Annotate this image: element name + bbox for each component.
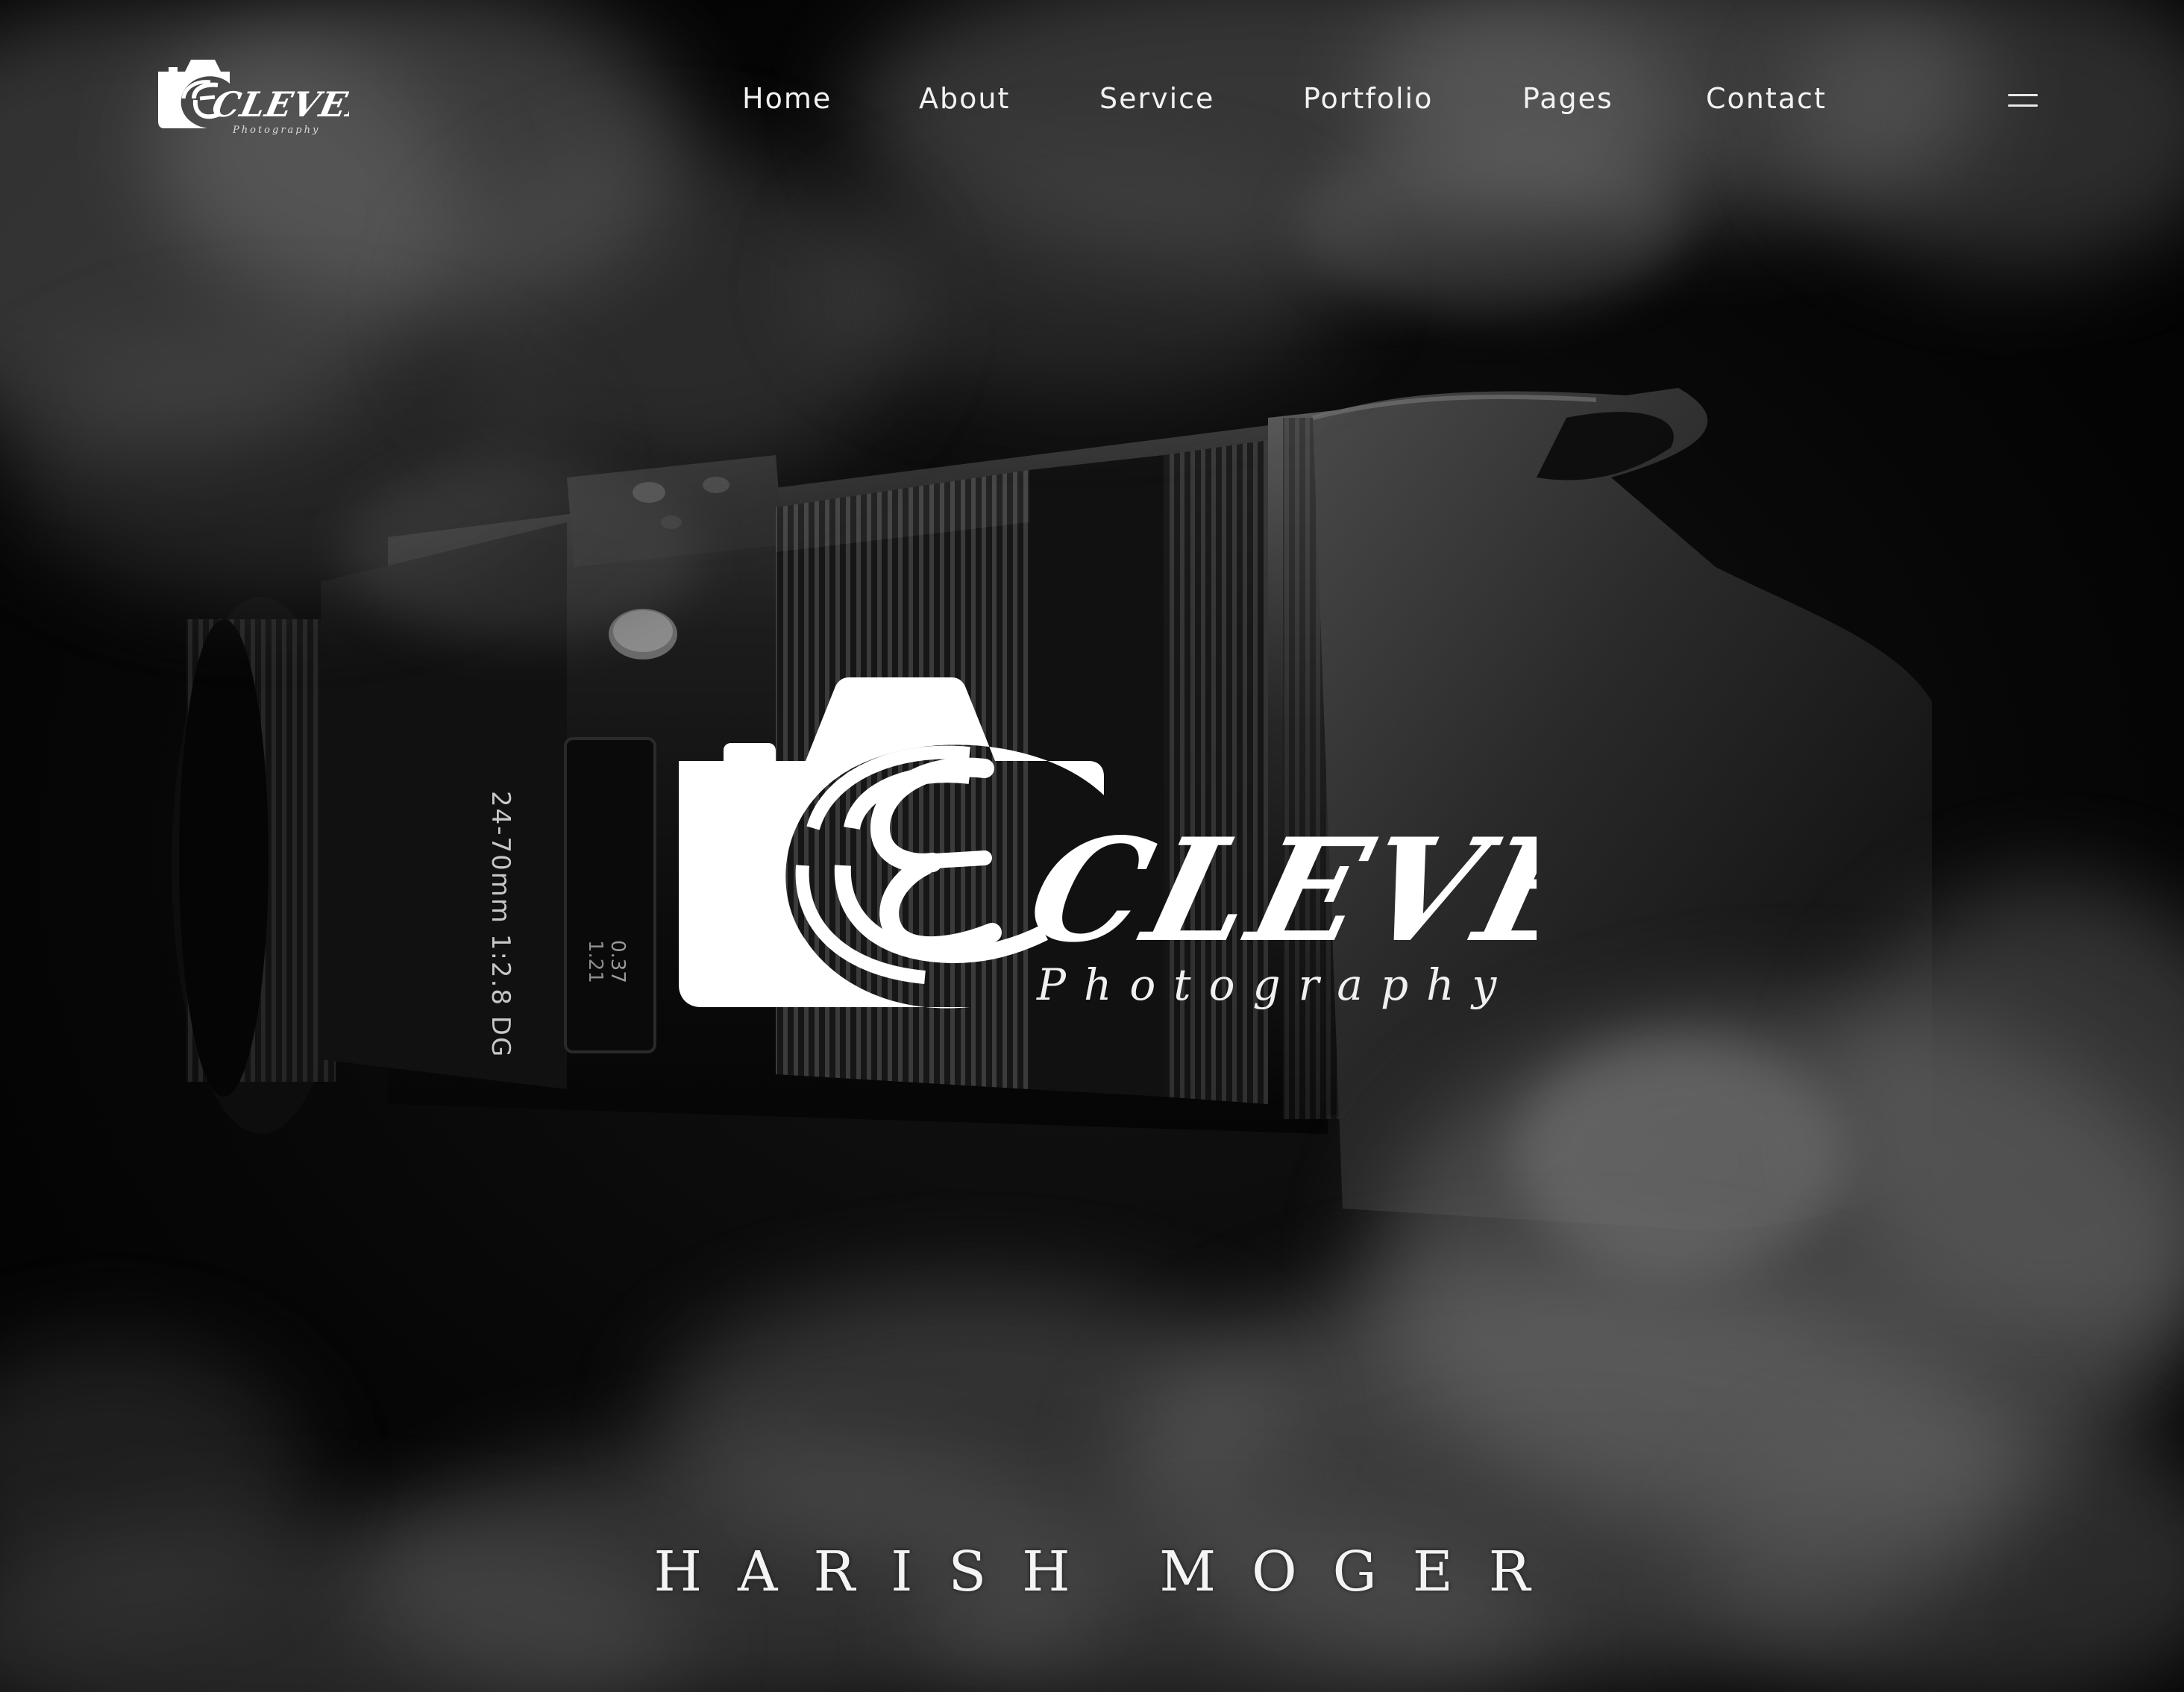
hero-page: 24-70mm 1:2.8 DG 1.21 0.37 CLEVEN Photog…: [0, 0, 2184, 1692]
header-logo-tagline: Photography: [232, 125, 320, 136]
nav-link-home[interactable]: Home: [742, 75, 832, 122]
main-nav: Home About Service Portfolio Pages Conta…: [0, 75, 2184, 122]
nav-link-service[interactable]: Service: [1099, 75, 1214, 122]
nav-link-portfolio[interactable]: Portfolio: [1303, 75, 1433, 122]
lens-engraving-text: 24-70mm 1:2.8 DG: [486, 791, 515, 1058]
hero-logo-tagline: Photography: [1036, 959, 1514, 1010]
hamburger-menu-icon[interactable]: [1999, 84, 2047, 116]
menu-bar-top: [2008, 94, 2038, 96]
menu-bar-bottom: [2008, 104, 2038, 107]
photographer-name: HARISH MOGER: [653, 1540, 1566, 1604]
hero-logo: CLEVEN Photography: [679, 677, 1537, 1010]
nav-link-about[interactable]: About: [919, 75, 1010, 122]
lens-scale-text-1: 1.21: [584, 940, 606, 983]
hero-logo-wordmark: CLEVEN: [1014, 807, 1537, 974]
nav-link-pages[interactable]: Pages: [1522, 75, 1613, 122]
nav-link-contact[interactable]: Contact: [1706, 75, 1827, 122]
lens-scale-text-2: 0.37: [606, 940, 629, 983]
